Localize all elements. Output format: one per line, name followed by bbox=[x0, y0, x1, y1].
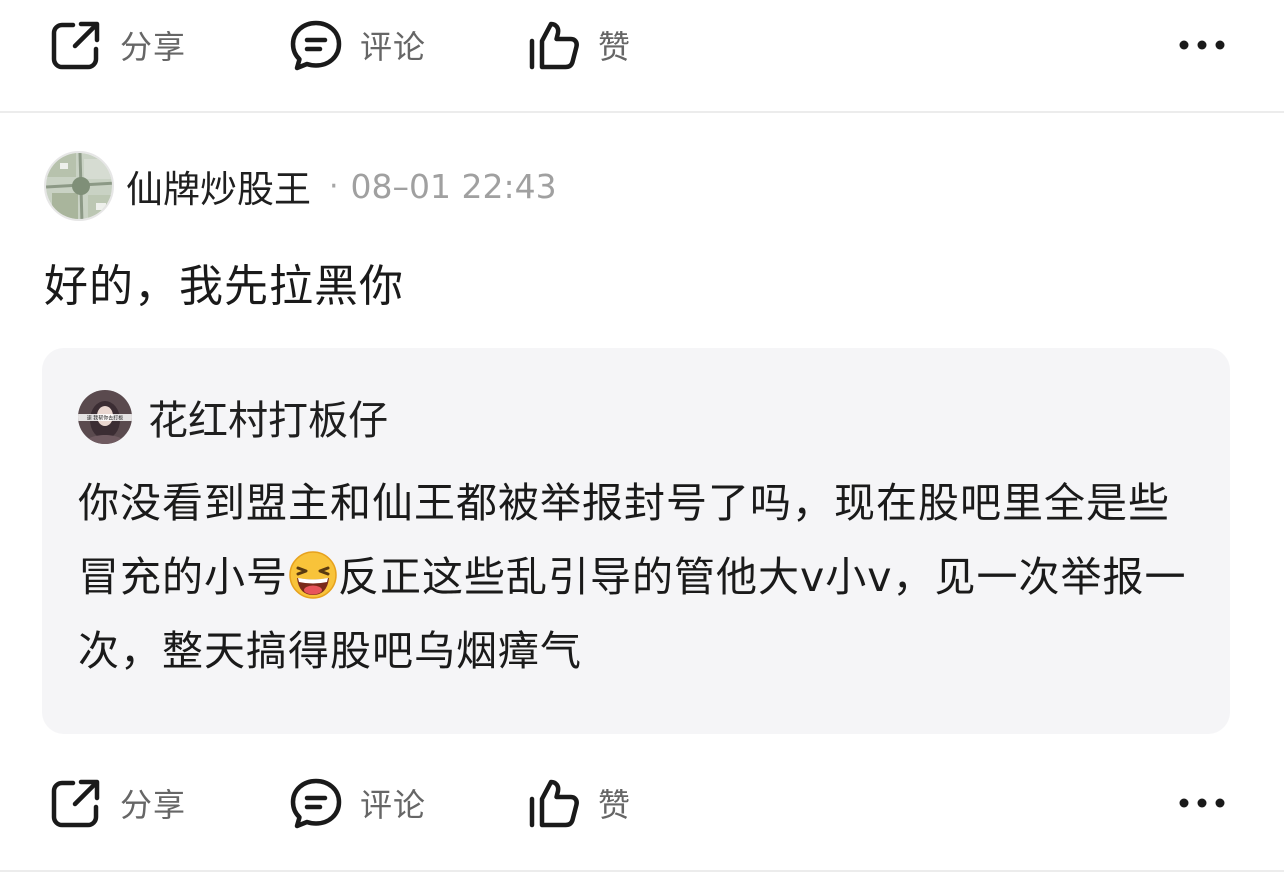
share-label: 分享 bbox=[120, 786, 187, 824]
like-label: 赞 bbox=[598, 786, 632, 824]
quoted-post-card[interactable]: 速 我帮你去打板 花红村打板仔 你没看到盟主和仙王都被举报封号了吗，现在股吧里全… bbox=[42, 348, 1230, 734]
bottom-action-bar: 分享 评论 赞 bbox=[0, 758, 1284, 848]
divider bbox=[0, 111, 1284, 113]
comment-button[interactable]: 评论 bbox=[288, 0, 426, 90]
divider bbox=[0, 870, 1284, 872]
comment-bubble-icon bbox=[290, 778, 342, 829]
like-button[interactable]: 赞 bbox=[526, 0, 631, 90]
quoted-post-text: 你没看到盟主和仙王都被举报封号了吗，现在股吧里全是些冒充的小号 反正这些乱引导的… bbox=[78, 466, 1198, 688]
comment-label: 评论 bbox=[360, 28, 427, 66]
avatar-caption: 速 我帮你去打板 bbox=[87, 415, 124, 422]
share-icon bbox=[51, 21, 100, 70]
share-label: 分享 bbox=[120, 28, 187, 66]
thumbs-up-icon bbox=[529, 779, 579, 828]
like-label: 赞 bbox=[598, 28, 632, 66]
more-dots-icon bbox=[1179, 40, 1225, 50]
comment-text: 好的，我先拉黑你 bbox=[44, 261, 404, 312]
satellite-map-avatar-icon bbox=[46, 153, 112, 219]
comment-button[interactable]: 评论 bbox=[288, 758, 426, 848]
grinning-squinting-face-icon bbox=[289, 551, 337, 599]
share-button[interactable]: 分享 bbox=[48, 758, 186, 848]
quoted-user-avatar[interactable]: 速 我帮你去打板 bbox=[78, 390, 132, 444]
more-dots-icon bbox=[1179, 798, 1225, 808]
more-options-button[interactable] bbox=[1172, 758, 1232, 848]
user-avatar[interactable] bbox=[44, 151, 114, 221]
meta-separator: · bbox=[329, 168, 339, 204]
comment-header: 仙牌炒股王 · 08–01 22:43 bbox=[44, 150, 557, 222]
share-icon bbox=[51, 779, 100, 828]
like-button[interactable]: 赞 bbox=[526, 758, 631, 848]
top-action-bar: 分享 评论 赞 bbox=[0, 0, 1284, 90]
quoted-post-header: 速 我帮你去打板 花红村打板仔 bbox=[78, 388, 388, 446]
comment-timestamp: 08–01 22:43 bbox=[350, 166, 557, 206]
comment-bubble-icon bbox=[290, 20, 342, 71]
share-button[interactable]: 分享 bbox=[48, 0, 186, 90]
username[interactable]: 仙牌炒股王 bbox=[126, 159, 311, 213]
thumbs-up-icon bbox=[529, 21, 579, 70]
comment-label: 评论 bbox=[360, 786, 427, 824]
portrait-avatar-icon: 速 我帮你去打板 bbox=[78, 390, 132, 444]
more-options-button[interactable] bbox=[1172, 0, 1232, 90]
quoted-username[interactable]: 花红村打板仔 bbox=[148, 388, 388, 446]
